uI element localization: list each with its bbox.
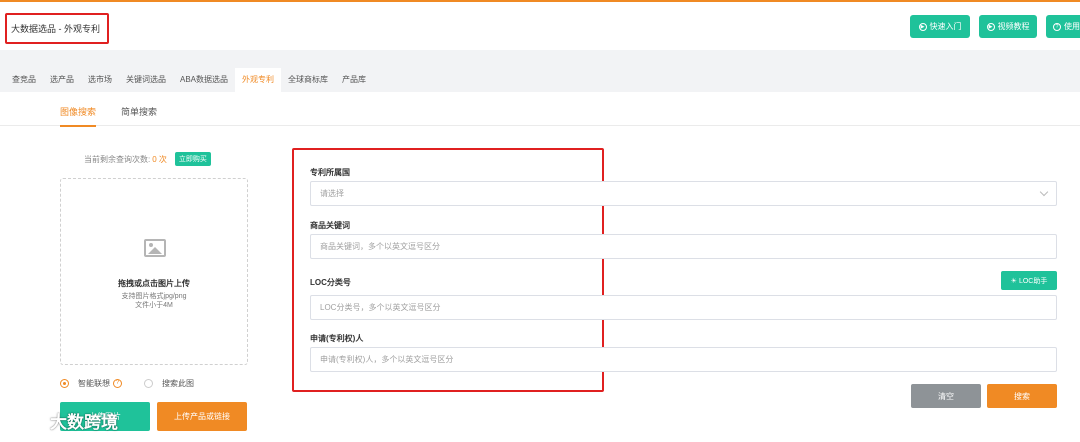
applicant-placeholder: 申请(专利权)人，多个以英文逗号区分 bbox=[320, 355, 454, 364]
country-placeholder: 请选择 bbox=[320, 189, 344, 198]
applicant-input[interactable]: 申请(专利权)人，多个以英文逗号区分 bbox=[310, 347, 1057, 372]
keywords-placeholder: 商品关键词，多个以英文逗号区分 bbox=[320, 242, 440, 251]
chevron-down-icon bbox=[1039, 187, 1049, 197]
loc-input[interactable]: LOC分类号，多个以英文逗号区分 bbox=[310, 295, 1057, 320]
tab-select-product[interactable]: 选产品 bbox=[43, 68, 81, 92]
keywords-input[interactable]: 商品关键词，多个以英文逗号区分 bbox=[310, 234, 1057, 259]
usage-button[interactable]: ? 使用 bbox=[1046, 15, 1080, 38]
tab-aba-data[interactable]: ABA数据选品 bbox=[173, 68, 235, 92]
buy-now-button[interactable]: 立即购买 bbox=[174, 152, 211, 166]
loc-helper-label: LOC助手 bbox=[1018, 277, 1048, 285]
subtab-simple-search[interactable]: 简单搜索 bbox=[121, 105, 157, 118]
country-label: 专利所属国 bbox=[310, 168, 350, 177]
radio-search-this-image-label: 搜索此图 bbox=[162, 379, 194, 388]
tab-keyword-selection[interactable]: 关键词选品 bbox=[119, 68, 173, 92]
loc-helper-button[interactable]: ☀ LOC助手 bbox=[1001, 271, 1057, 290]
page-header: 大数据选品 - 外观专利 ▶ 快速入门 ▶ 视频教程 ? 使用 bbox=[0, 2, 1080, 50]
image-icon bbox=[144, 239, 166, 257]
quota-label: 当前剩余查询次数: bbox=[84, 154, 151, 164]
query-quota: 当前剩余查询次数: 0 次 立即购买 bbox=[84, 152, 211, 166]
radio-smart-association[interactable]: 智能联想 ? bbox=[60, 378, 122, 389]
image-upload-dropzone[interactable]: 拖拽或点击图片上传 支持图片格式jpg/png 文件小于4M bbox=[60, 178, 248, 365]
play-circle-icon: ▶ bbox=[986, 22, 995, 31]
applicant-label: 申请(专利权)人 bbox=[310, 334, 364, 343]
loc-placeholder: LOC分类号，多个以英文逗号区分 bbox=[320, 303, 441, 312]
radio-selected-icon[interactable] bbox=[60, 379, 69, 388]
loc-label: LOC分类号 bbox=[310, 278, 351, 287]
nav-tabs: 查竞品 选产品 选市场 关键词选品 ABA数据选品 外观专利 全球商标库 产品库 bbox=[0, 68, 373, 92]
keywords-label: 商品关键词 bbox=[310, 221, 350, 230]
upload-product-link-button[interactable]: 上传产品或链接 bbox=[157, 402, 247, 431]
lightbulb-icon: ☀ bbox=[1010, 277, 1017, 285]
tab-select-market[interactable]: 选市场 bbox=[81, 68, 119, 92]
quota-count: 0 次 bbox=[152, 154, 167, 164]
country-select[interactable]: 请选择 bbox=[310, 181, 1057, 206]
video-tutorial-button[interactable]: ▶ 视频教程 bbox=[979, 15, 1037, 38]
page-title: 大数据选品 - 外观专利 bbox=[5, 13, 109, 44]
tab-design-patent[interactable]: 外观专利 bbox=[235, 68, 282, 92]
quick-start-label: 快速入门 bbox=[929, 22, 962, 31]
help-icon[interactable]: ? bbox=[113, 379, 122, 388]
radio-smart-association-label: 智能联想 bbox=[78, 379, 110, 388]
upload-image-button[interactable]: 上传图片 bbox=[60, 402, 150, 431]
usage-label: 使用 bbox=[1064, 22, 1080, 31]
subtab-image-search[interactable]: 图像搜索 bbox=[60, 105, 96, 118]
upload-size-text: 文件小于4M bbox=[135, 302, 173, 309]
tab-competitors[interactable]: 查竞品 bbox=[0, 68, 43, 92]
sub-tabs: 图像搜索 简单搜索 bbox=[0, 92, 1080, 127]
help-circle-icon: ? bbox=[1053, 22, 1061, 31]
upload-main-text: 拖拽或点击图片上传 bbox=[118, 279, 190, 288]
tab-global-trademark[interactable]: 全球商标库 bbox=[281, 68, 335, 92]
tab-product-library[interactable]: 产品库 bbox=[335, 68, 373, 92]
watermark-logo bbox=[7, 411, 45, 431]
clear-button[interactable]: 清空 bbox=[911, 384, 981, 408]
video-tutorial-label: 视频教程 bbox=[997, 22, 1030, 31]
radio-search-this-image[interactable]: 搜索此图 bbox=[144, 378, 194, 389]
quick-start-button[interactable]: ▶ 快速入门 bbox=[910, 15, 970, 38]
subtab-active-indicator bbox=[60, 125, 96, 127]
search-button[interactable]: 搜索 bbox=[987, 384, 1057, 408]
play-circle-icon: ▶ bbox=[918, 22, 927, 31]
radio-unselected-icon[interactable] bbox=[144, 379, 153, 388]
